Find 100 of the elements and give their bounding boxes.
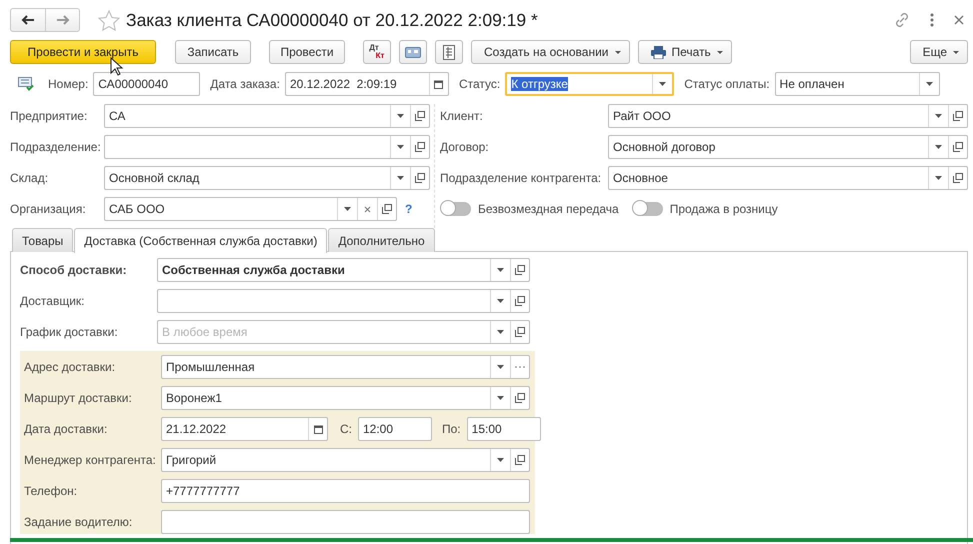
field-label: Договор: — [440, 140, 490, 154]
text-field[interactable]: +7777777777 — [161, 479, 530, 503]
select-field[interactable]: СА — [104, 104, 430, 128]
caret-icon — [935, 114, 942, 118]
open-icon — [515, 327, 525, 337]
field-label: Подразделение: — [10, 140, 102, 154]
select-field[interactable]: Основной склад — [104, 166, 430, 190]
select-field[interactable]: Собственная служба доставки — [157, 258, 530, 282]
create-based-on-button[interactable]: Создать на основании — [471, 40, 630, 64]
caret-icon — [926, 82, 933, 86]
field-label: С: — [340, 422, 352, 436]
link-icon[interactable] — [894, 12, 910, 28]
field-label: Телефон: — [24, 484, 78, 498]
posted-document-icon — [18, 77, 34, 91]
calendar-icon — [434, 80, 444, 88]
close-icon[interactable] — [954, 15, 964, 25]
print-button[interactable]: Печать — [638, 40, 732, 64]
caret-icon — [953, 50, 959, 54]
select-field[interactable]: Григорий — [161, 448, 530, 472]
caret-icon — [397, 176, 404, 180]
field-label: Адрес доставки: — [24, 360, 116, 374]
text-field[interactable]: СА00000040 — [93, 72, 200, 96]
open-icon — [415, 142, 425, 152]
field-label: Клиент: — [440, 109, 484, 123]
open-icon — [415, 111, 425, 121]
star-icon[interactable] — [98, 10, 120, 30]
close-icon — [364, 206, 371, 212]
field-label: Номер: — [48, 77, 88, 91]
mouse-cursor-icon — [110, 57, 124, 77]
report-button[interactable] — [435, 40, 463, 64]
more-icon[interactable] — [930, 13, 934, 27]
select-field[interactable]: Не оплачен — [774, 72, 940, 96]
caret-icon — [397, 145, 404, 149]
field-label: Маршрут доставки: — [24, 391, 133, 405]
caret-icon — [935, 176, 942, 180]
debit-credit-button[interactable]: Дт Кт — [363, 40, 391, 64]
time-field[interactable]: 15:00 — [466, 417, 541, 441]
field-label: Задание водителю: — [24, 515, 134, 529]
date-field[interactable]: 20.12.2022 2:09:19 — [284, 72, 449, 96]
document-icon — [443, 44, 455, 60]
caret-icon — [935, 145, 942, 149]
field-label: Статус оплаты: — [684, 77, 770, 91]
caret-icon — [497, 365, 504, 369]
caret-icon — [497, 299, 504, 303]
field-label: Доставщик: — [20, 294, 86, 308]
save-button[interactable]: Записать — [175, 40, 251, 64]
help-link[interactable]: ? — [405, 202, 412, 216]
open-icon — [415, 173, 425, 183]
date-field[interactable]: 21.12.2022 — [161, 417, 328, 441]
select-field[interactable] — [157, 289, 530, 313]
open-icon — [953, 111, 963, 121]
field-label: Дата доставки: — [24, 422, 108, 436]
card-icon — [405, 46, 421, 58]
calendar-icon — [314, 424, 322, 434]
post-button[interactable]: Провести — [269, 40, 345, 64]
caret-icon — [716, 50, 723, 54]
field-label: Организация: — [10, 202, 87, 216]
select-field[interactable]: Основное — [608, 166, 968, 190]
open-icon — [953, 142, 963, 152]
open-icon — [515, 265, 525, 275]
caret-icon — [344, 207, 351, 211]
toggle-label: Продажа в розницу — [670, 202, 778, 216]
tab[interactable]: Доставка (Собственная служба доставки) — [74, 228, 328, 253]
field-label: Менеджер контрагента: — [24, 453, 157, 467]
field-label: Подразделение контрагента: — [440, 171, 602, 185]
select-field[interactable]: САБ ООО — [104, 197, 397, 221]
open-icon — [953, 173, 963, 183]
open-icon — [515, 455, 525, 465]
select-field[interactable]: Воронеж1 — [161, 386, 530, 410]
post-and-close-button[interactable]: Провести и закрыть — [10, 40, 156, 64]
card-button[interactable] — [399, 40, 427, 64]
select-field[interactable]: Основной договор — [608, 135, 968, 159]
select-field[interactable]: Райт ООО — [608, 104, 968, 128]
caret-icon — [497, 458, 504, 462]
field-label: Дата заказа: — [210, 77, 280, 91]
caret-icon — [497, 396, 504, 400]
caret-icon — [659, 82, 666, 86]
select-field[interactable]: Промышленная — [161, 355, 530, 379]
field-label: Способ доставки: — [20, 263, 128, 277]
open-icon — [382, 204, 392, 214]
open-icon — [515, 296, 525, 306]
tab[interactable]: Товары — [12, 228, 74, 252]
time-field[interactable]: 12:00 — [358, 417, 432, 441]
toggle-switch[interactable] — [632, 202, 663, 216]
toggle-switch[interactable] — [441, 202, 471, 216]
select-field[interactable] — [104, 135, 430, 159]
caret-icon — [614, 50, 620, 54]
field-label: Предприятие: — [10, 109, 88, 123]
field-label: График доставки: — [20, 325, 119, 339]
printer-icon — [650, 46, 666, 58]
caret-icon — [397, 114, 404, 118]
more-button[interactable]: Еще — [910, 40, 968, 64]
caret-icon — [497, 330, 504, 334]
right-arrow-icon — [56, 15, 70, 25]
window-title: Заказ клиента СА00000040 от 20.12.2022 2:09:19 * — [126, 10, 538, 30]
field-label: По: — [442, 422, 461, 436]
caret-icon — [497, 268, 504, 272]
select-field[interactable]: К отгрузке — [505, 72, 674, 96]
tab[interactable]: Дополнительно — [328, 228, 435, 252]
field-label: Склад: — [10, 171, 50, 185]
